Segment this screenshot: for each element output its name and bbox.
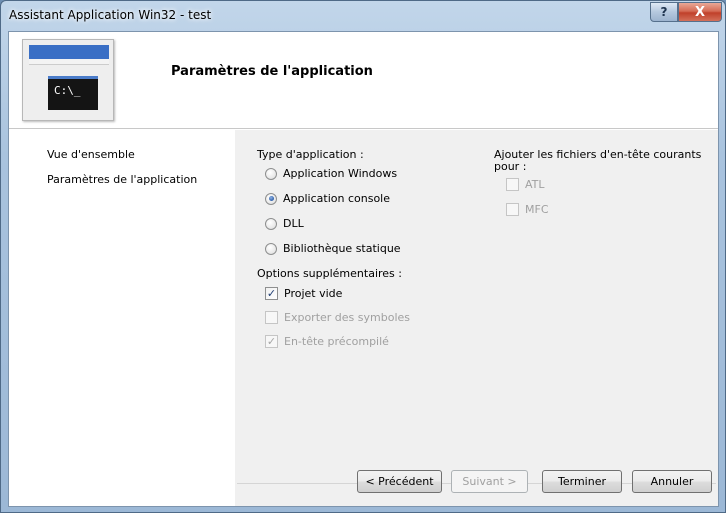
checkbox-export-symbols: Exporter des symboles	[265, 311, 410, 324]
cancel-button[interactable]: Annuler	[632, 470, 712, 493]
checkbox-empty-project[interactable]: ✓ Projet vide	[265, 287, 342, 300]
previous-button[interactable]: < Précédent	[357, 470, 442, 493]
close-button[interactable]: X	[678, 2, 722, 22]
thumbnail-window-bar	[29, 45, 109, 59]
title-bar[interactable]: Assistant Application Win32 - test ? X	[1, 1, 725, 31]
radio-label: Application console	[283, 192, 390, 205]
radio-button[interactable]	[265, 167, 277, 180]
next-button[interactable]: Suivant >	[451, 470, 528, 493]
console-app-thumbnail-icon: C:\_	[22, 39, 114, 121]
checkbox-mfc: MFC	[506, 203, 549, 216]
extra-options-label: Options supplémentaires :	[257, 267, 402, 280]
app-type-label: Type d'application :	[257, 148, 364, 161]
checkbox-label: Projet vide	[284, 287, 343, 300]
checkbox[interactable]: ✓	[265, 287, 278, 300]
thumbnail-console: C:\_	[48, 76, 98, 110]
wizard-nav: Vue d'ensemble Paramètres de l'applicati…	[9, 130, 235, 506]
radio-dll[interactable]: DLL	[265, 217, 304, 230]
page-title: Paramètres de l'application	[171, 64, 373, 79]
thumbnail-prompt: C:\_	[54, 84, 81, 97]
help-button[interactable]: ?	[650, 2, 678, 22]
checkbox-label: ATL	[525, 178, 545, 191]
checkbox-label: Exporter des symboles	[284, 311, 410, 324]
window-title: Assistant Application Win32 - test	[9, 8, 212, 22]
radio-label: DLL	[283, 217, 304, 230]
close-icon: X	[694, 4, 706, 20]
radio-label: Application Windows	[283, 167, 398, 180]
radio-button[interactable]	[265, 217, 277, 230]
wizard-window: Assistant Application Win32 - test ? X C…	[0, 0, 726, 513]
radio-static-lib[interactable]: Bibliothèque statique	[265, 242, 401, 255]
checkbox-disabled: ✓	[265, 335, 278, 348]
nav-item-overview[interactable]: Vue d'ensemble	[47, 148, 135, 161]
radio-app-console[interactable]: Application console	[265, 192, 390, 205]
checkbox-disabled	[265, 311, 278, 324]
checkbox-label: En-tête précompilé	[284, 335, 389, 348]
settings-panel: Type d'application : Application Windows…	[235, 130, 718, 506]
checkbox-atl: ATL	[506, 178, 545, 191]
thumbnail-menu-bar	[29, 59, 109, 65]
nav-item-app-settings[interactable]: Paramètres de l'application	[47, 173, 197, 186]
radio-button-selected[interactable]	[265, 192, 277, 205]
wizard-header: C:\_ Paramètres de l'application	[9, 32, 718, 129]
checkbox-label: MFC	[525, 203, 549, 216]
radio-button[interactable]	[265, 242, 277, 255]
help-icon: ?	[660, 5, 668, 19]
radio-label: Bibliothèque statique	[283, 242, 401, 255]
common-headers-label-2: pour :	[494, 160, 527, 173]
finish-button[interactable]: Terminer	[542, 470, 622, 493]
wizard-client-area: C:\_ Paramètres de l'application Vue d'e…	[8, 31, 719, 507]
checkbox-disabled	[506, 178, 519, 191]
checkbox-precompiled-header: ✓ En-tête précompilé	[265, 335, 389, 348]
radio-app-windows[interactable]: Application Windows	[265, 167, 397, 180]
checkbox-disabled	[506, 203, 519, 216]
